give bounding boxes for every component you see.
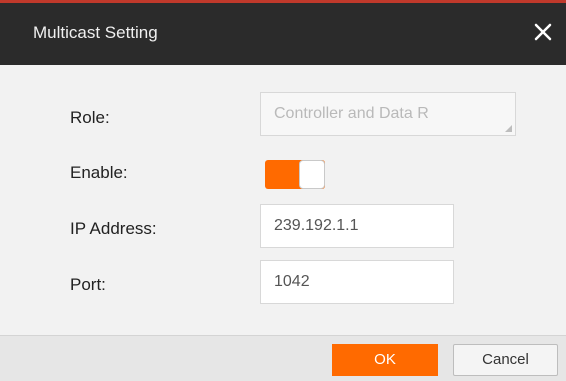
ip-address-value: 239.192.1.1	[274, 217, 359, 234]
role-select-value: Controller and Data R	[274, 105, 429, 122]
port-value: 1042	[274, 273, 310, 290]
ip-address-input[interactable]: 239.192.1.1	[260, 204, 454, 248]
port-input[interactable]: 1042	[260, 260, 454, 304]
role-label: Role:	[70, 108, 110, 127]
title-bar: Multicast Setting	[0, 3, 566, 65]
multicast-setting-dialog: Multicast Setting Role: Controller and D…	[0, 0, 566, 381]
cancel-button[interactable]: Cancel	[453, 344, 558, 376]
dropdown-arrow-icon	[505, 125, 512, 132]
close-icon	[534, 23, 552, 41]
enable-toggle[interactable]	[265, 160, 325, 189]
close-button[interactable]	[528, 17, 558, 47]
dialog-title: Multicast Setting	[33, 23, 158, 42]
port-label: Port:	[70, 275, 106, 294]
ok-button[interactable]: OK	[332, 344, 438, 376]
dialog-footer: OK Cancel	[0, 335, 566, 381]
form-content: Role: Controller and Data R Enable: IP A…	[0, 65, 566, 335]
enable-label: Enable:	[70, 163, 128, 182]
ip-address-label: IP Address:	[70, 219, 157, 238]
toggle-knob	[299, 160, 325, 189]
role-select[interactable]: Controller and Data R	[260, 92, 516, 136]
